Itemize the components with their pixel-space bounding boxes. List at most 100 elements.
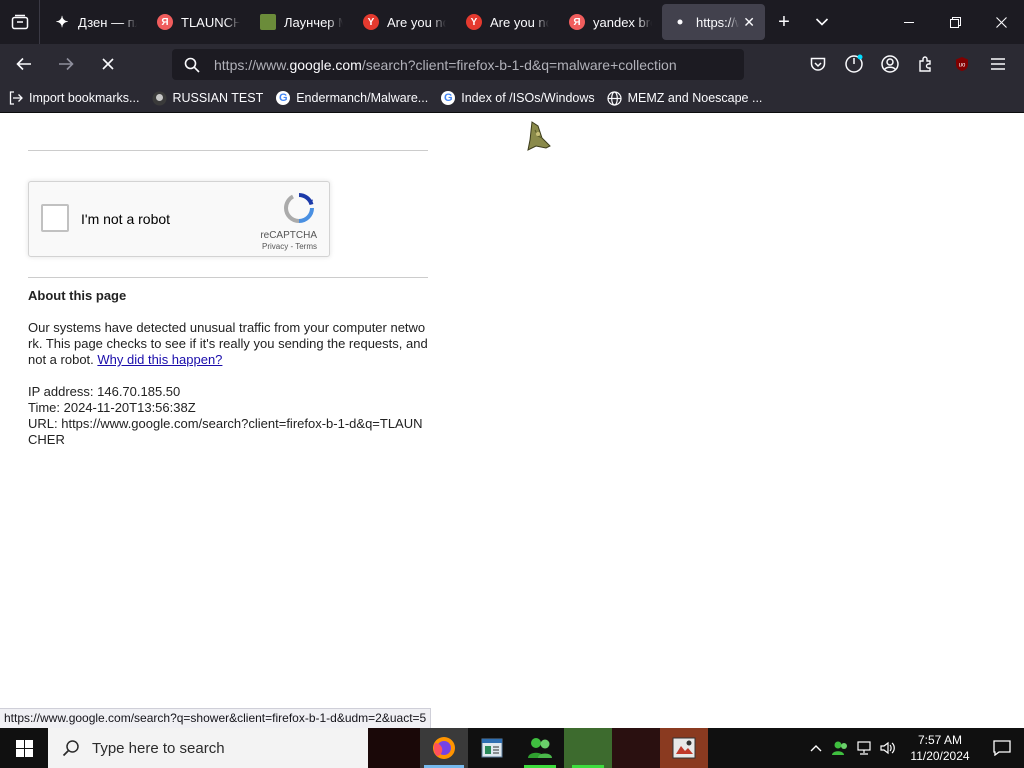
people-icon [832,741,847,755]
bookmark-memz[interactable]: MEMZ and Noescape ... [607,90,762,106]
minimize-icon [904,22,914,23]
divider [28,277,428,278]
taskbar-clock[interactable]: 7:57 AM 11/20/2024 [900,732,980,764]
back-arrow-icon [16,57,31,71]
privacy-link[interactable]: Privacy [262,242,288,251]
network-icon [857,741,871,755]
svg-text:uo: uo [959,63,966,69]
tab-are-you-not-2[interactable]: Y Are you no [456,4,559,40]
request-url: URL: https://www.google.com/search?clien… [28,416,423,447]
divider [28,150,428,151]
timer-extension-icon [845,54,863,73]
tab-label: yandex bro [593,14,652,30]
chevron-up-icon [810,745,822,752]
request-time: Time: 2024-11-20T13:56:38Z [28,400,196,415]
tab-label: TLAUNCHE [181,14,240,30]
bookmark-russian-test[interactable]: RUSSIAN TEST [151,90,263,106]
taskbar-app-window[interactable] [468,728,516,768]
ublock-button[interactable]: uo [944,48,980,80]
close-window-button[interactable] [978,0,1024,44]
taskbar-empty-slot [368,728,420,768]
tab-label: Дзен — пл [78,14,137,30]
hamburger-menu-icon [991,58,1005,70]
sparkle-icon: ✦ [55,14,69,31]
back-button[interactable] [6,48,42,80]
stop-button[interactable] [90,48,126,80]
about-description: Our systems have detected unusual traffi… [28,320,428,367]
extension-button[interactable] [836,48,872,80]
start-button[interactable] [0,728,48,768]
bookmark-isos-windows[interactable]: G Index of /ISOs/Windows [440,90,595,106]
firefox-view-icon [11,14,28,30]
bookmark-endermanch[interactable]: G Endermanch/Malware... [275,90,428,106]
system-tray: 7:57 AM 11/20/2024 [804,728,1024,768]
tab-active-google[interactable]: https://w ✕ [662,4,765,40]
pocket-button[interactable] [800,48,836,80]
import-icon [8,90,24,106]
forward-button[interactable] [48,48,84,80]
recaptcha-brand: reCAPTCHA [260,230,317,241]
minecraft-icon [260,14,276,30]
tab-label: https://w [696,14,739,30]
notification-icon [993,740,1011,756]
taskbar-firefox[interactable] [420,728,468,768]
yandex-browser-icon: Y [466,14,482,30]
minimize-button[interactable] [886,0,932,44]
chevron-down-icon [815,18,829,26]
globe-icon [607,90,623,106]
plus-icon: + [778,10,790,33]
taskbar-paint-app[interactable] [660,728,708,768]
tab-label: Are you no [387,14,446,30]
why-did-this-happen-link[interactable]: Why did this happen? [97,352,222,367]
search-icon [62,740,79,757]
volume-button[interactable] [876,728,900,768]
restore-button[interactable] [932,0,978,44]
yandex-browser-icon: Y [363,14,379,30]
stop-x-icon [102,58,114,70]
address-bar[interactable]: https://www.google.com/search?client=fir… [172,49,744,80]
ublock-origin-icon: uo [956,57,968,71]
new-tab-button[interactable]: + [765,0,803,44]
recaptcha-checkbox[interactable] [41,204,69,232]
bookmark-import[interactable]: Import bookmarks... [8,90,139,106]
yandex-icon: Я [569,14,585,30]
firefox-icon [433,737,455,759]
tab-launcher[interactable]: Лаунчер М [250,4,353,40]
tab-dzen[interactable]: ✦ Дзен — пл [44,4,147,40]
account-button[interactable] [872,48,908,80]
painting-icon [672,737,696,759]
notifications-button[interactable] [980,728,1024,768]
search-icon [184,57,200,73]
taskbar-messenger[interactable] [516,728,564,768]
tab-label: Are you no [490,14,549,30]
terms-link[interactable]: Terms [295,242,317,251]
recaptcha-widget: I'm not a robot reCAPTCHA Privacy - Term… [28,181,330,257]
tab-are-you-not-1[interactable]: Y Are you no [353,4,456,40]
pocket-icon [810,57,826,71]
bookmarks-toolbar: Import bookmarks... RUSSIAN TEST G Ender… [0,84,1024,113]
taskbar-green-app[interactable] [564,728,612,768]
clock-date: 11/20/2024 [910,749,970,763]
github-icon [151,90,167,106]
firefox-view-button[interactable] [0,0,40,44]
tab-tlauncher[interactable]: Я TLAUNCHE [147,4,250,40]
puzzle-icon [919,56,931,72]
forward-arrow-icon [59,57,74,71]
show-hidden-icons-button[interactable] [804,728,828,768]
taskbar-search[interactable]: Type here to search [48,728,368,768]
list-all-tabs-button[interactable] [803,0,841,44]
url-text[interactable]: https://www.google.com/search?client=fir… [214,57,677,73]
close-icon [995,16,1007,28]
taskbar-dark-app[interactable] [612,728,660,768]
app-menu-button[interactable] [980,48,1016,80]
about-title: About this page [28,288,127,303]
windows-logo-icon [15,739,33,757]
tab-yandex-browser[interactable]: Я yandex bro [559,4,662,40]
tray-people-button[interactable] [828,728,852,768]
extensions-button[interactable] [908,48,944,80]
yandex-icon: Я [157,14,173,30]
recaptcha-links: Privacy - Terms [262,242,317,251]
network-button[interactable] [852,728,876,768]
window-controls [886,0,1024,44]
tab-close-icon[interactable]: ✕ [743,14,755,31]
